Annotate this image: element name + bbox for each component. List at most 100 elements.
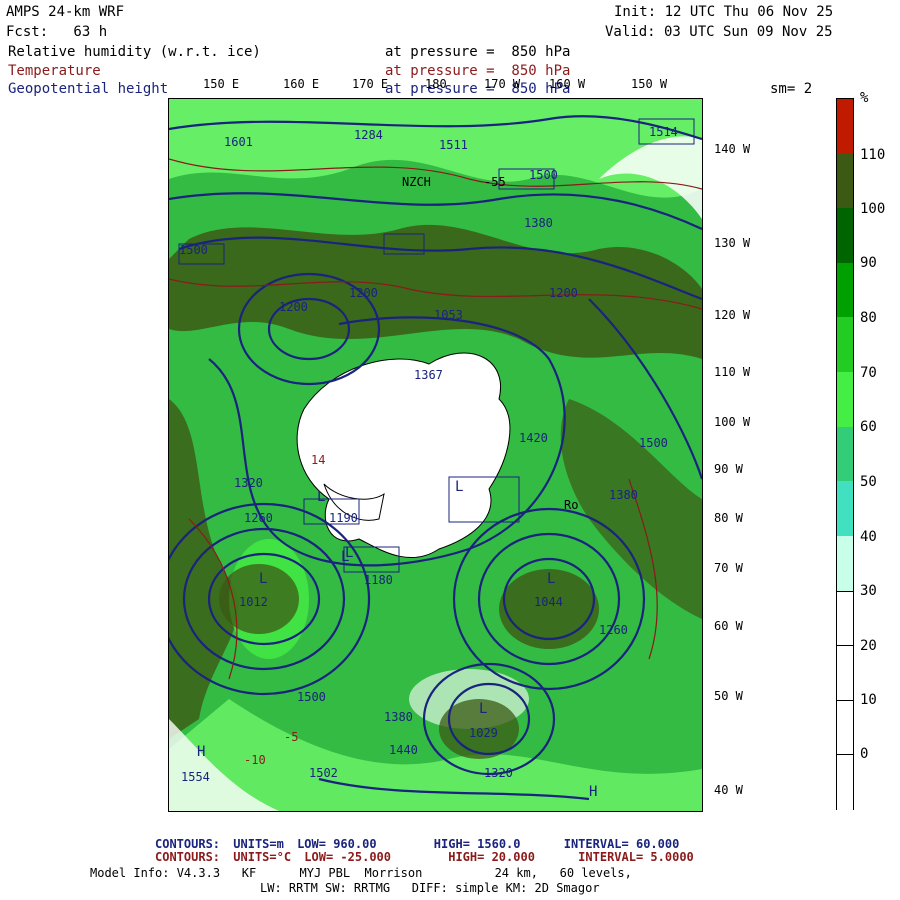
colorbar-label: 90: [860, 255, 877, 271]
footer-units: UNITS=m: [233, 837, 284, 851]
colorbar-label: 110: [860, 147, 886, 163]
height-label: 1511: [439, 138, 468, 152]
height-label: 1554: [181, 770, 210, 784]
map-graphic: [169, 99, 702, 811]
colorbar-segment: [837, 535, 853, 592]
footer-high: HIGH= 20.000: [448, 850, 535, 864]
height-label: 1260: [244, 511, 273, 525]
colorbar-segment: [837, 262, 853, 318]
height-label: 1500: [297, 690, 326, 704]
colorbar-segment: [837, 481, 853, 537]
field-height-name: Geopotential height: [8, 81, 169, 97]
temp-label: -10: [244, 753, 266, 767]
height-label: 1200: [279, 300, 308, 314]
height-label: 1190: [329, 511, 358, 525]
height-label: 1420: [519, 431, 548, 445]
colorbar-label: 20: [860, 638, 877, 654]
lon-label: 150 W: [631, 77, 668, 91]
lat-label: 130 W: [714, 236, 751, 250]
temp-label: 14: [311, 453, 326, 467]
colorbar-segment: [837, 99, 853, 155]
low-marker: L: [345, 545, 354, 561]
lat-label: 50 W: [714, 689, 743, 703]
colorbar: [836, 98, 854, 811]
colorbar-label: 40: [860, 529, 877, 545]
height-label: 1601: [224, 135, 253, 149]
colorbar-segment: [837, 372, 853, 428]
footer-interval: INTERVAL= 60.000: [563, 837, 680, 851]
height-label: 1044: [534, 595, 563, 609]
lat-label: 40 W: [714, 783, 743, 797]
low-marker: L: [259, 571, 268, 587]
high-marker: H: [589, 784, 598, 800]
footer-units: UNITS=°C: [233, 850, 292, 864]
footer-interval: INTERVAL= 5.0000: [578, 850, 694, 864]
height-label: 1284: [354, 128, 383, 142]
field-rh-name: Relative humidity (w.r.t. ice): [8, 44, 261, 60]
model-title: AMPS 24-km WRF: [6, 4, 125, 20]
height-label: 1200: [549, 286, 578, 300]
footer-physics-info: LW: RRTM SW: RRTMG DIFF: simple KM: 2D S…: [260, 881, 600, 895]
smoothing-label: sm= 2: [770, 81, 813, 97]
colorbar-label: 10: [860, 692, 877, 708]
field-height-pressure: at pressure = 850 hPa: [385, 81, 571, 97]
colorbar-label: 70: [860, 365, 877, 381]
high-marker: H: [197, 744, 206, 760]
height-label: 1514: [649, 125, 678, 139]
height-label: 1053: [434, 308, 463, 322]
footer-high: HIGH= 1560.0: [433, 837, 521, 851]
lat-label: 60 W: [714, 619, 743, 633]
low-marker: L: [479, 701, 488, 717]
colorbar-segment: [837, 699, 853, 756]
colorbar-segment: [837, 153, 853, 209]
footer-temp-contours: CONTOURS: UNITS=°C LOW= -25.000 HIGH= 20…: [155, 851, 694, 864]
lon-label: 170 E: [352, 77, 389, 91]
colorbar-label: 100: [860, 201, 886, 217]
colorbar-segment: [837, 208, 853, 264]
lon-label: 160 W: [549, 77, 586, 91]
station-label: Ro: [564, 498, 579, 512]
colorbar-label: 30: [860, 583, 877, 599]
height-label: 1180: [364, 573, 393, 587]
colorbar-label: 80: [860, 310, 877, 326]
height-label: 1500: [639, 436, 668, 450]
colorbar-label: 60: [860, 419, 877, 435]
map-panel: 1601 1284 1511 1514 1500 1380 1500 1200 …: [168, 98, 703, 812]
valid-time: Valid: 03 UTC Sun 09 Nov 25: [605, 24, 833, 40]
init-time: Init: 12 UTC Thu 06 Nov 25: [614, 4, 834, 20]
colorbar-unit: %: [860, 90, 869, 106]
height-label: 1320: [484, 766, 513, 780]
lat-label: 140 W: [714, 142, 751, 156]
lat-label: 90 W: [714, 462, 743, 476]
footer-low: LOW= 960.00: [297, 837, 377, 851]
height-label: 1260: [599, 623, 628, 637]
height-label: 1029: [469, 726, 498, 740]
footer-model-info: Model Info: V4.3.3 KF MYJ PBL Morrison 2…: [90, 866, 632, 880]
lat-label: 120 W: [714, 308, 751, 322]
colorbar-label: 50: [860, 474, 877, 490]
height-label: 1200: [349, 286, 378, 300]
colorbar-segment: [837, 426, 853, 482]
height-label: 1380: [524, 216, 553, 230]
lon-label: 160 E: [283, 77, 320, 91]
field-temp-name: Temperature: [8, 63, 101, 79]
lon-label: 150 E: [203, 77, 240, 91]
height-label: 1367: [414, 368, 443, 382]
footer-low: LOW= -25.000: [304, 850, 391, 864]
lon-label: 180: [425, 77, 447, 91]
forecast-hour: Fcst: 63 h: [6, 24, 108, 40]
height-label: 1380: [609, 488, 638, 502]
colorbar-segment: [837, 645, 853, 702]
low-marker: L: [547, 571, 556, 587]
height-label: 1500: [179, 243, 208, 257]
lat-label: 110 W: [714, 365, 751, 379]
height-label: 1320: [234, 476, 263, 490]
colorbar-segment: [837, 317, 853, 373]
height-label: 1502: [309, 766, 338, 780]
footer-label: CONTOURS:: [155, 837, 221, 851]
colorbar-segment: [837, 754, 853, 811]
low-marker: L: [317, 489, 326, 505]
height-label: 1012: [239, 595, 268, 609]
colorbar-label: 0: [860, 746, 869, 762]
height-label: 1380: [384, 710, 413, 724]
